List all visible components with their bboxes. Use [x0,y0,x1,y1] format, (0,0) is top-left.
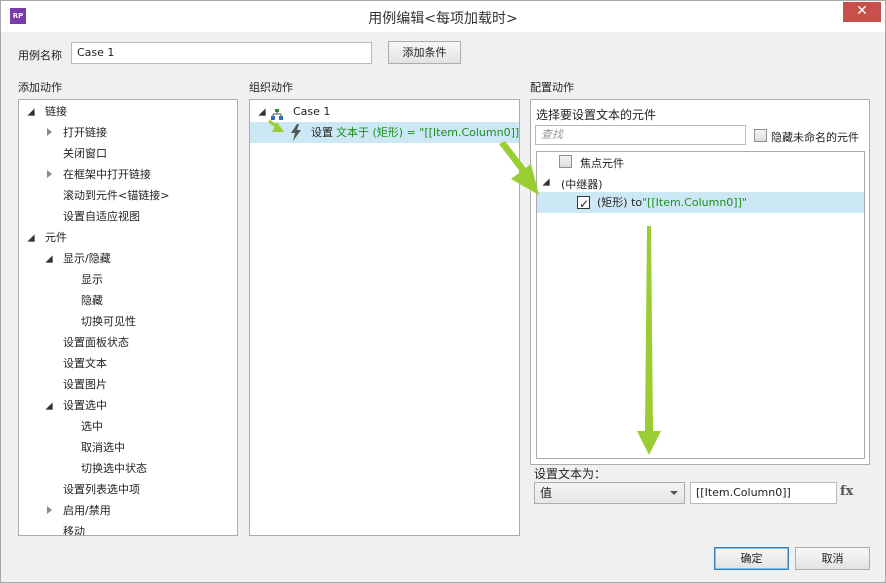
tree-item-label: 设置自适应视图 [63,210,140,223]
tree-item[interactable]: 选中 [19,416,220,437]
add-action-heading: 添加动作 [18,81,62,94]
tree-item-label: 启用/禁用 [63,504,111,517]
configure-action-heading: 配置动作 [530,81,574,94]
tree-item[interactable]: 设置自适应视图 [19,206,220,227]
tree-item[interactable]: 设置图片 [19,374,220,395]
tree-item[interactable]: 元件 [19,227,220,248]
value-type-value: 值 [540,486,553,500]
action-detail: 文本于 (矩形) = "[[Item.Column0]]" [336,126,520,139]
dialog-title: 用例编辑<每项加载时> [368,11,518,27]
tree-item-label: 显示/隐藏 [63,252,111,265]
tree-item-label: 设置文本 [63,357,107,370]
tree-item[interactable]: 切换可见性 [19,311,220,332]
fx-icon[interactable]: fx [840,484,853,499]
expand-icon[interactable] [27,108,35,116]
case-row[interactable]: Case 1 [250,101,519,122]
tree-item[interactable]: 取消选中 [19,437,220,458]
tree-item[interactable]: 滚动到元件<锚链接> [19,185,220,206]
collapse-icon[interactable] [47,128,52,136]
tree-item[interactable]: 打开链接 [19,122,220,143]
close-button[interactable]: ✕ [843,2,881,22]
tree-item-label: 设置列表选中项 [63,483,140,496]
cancel-button[interactable]: 取消 [795,547,870,570]
tree-item-label: 取消选中 [81,441,125,454]
tree-item[interactable]: 切换选中状态 [19,458,220,479]
rectangle-row[interactable]: (矩形) to "[[Item.Column0]]" [537,192,864,215]
tree-item-label: 隐藏 [81,294,103,307]
hide-unnamed-label: 隐藏未命名的元件 [771,131,859,144]
configure-action-panel: 选择要设置文本的元件 查找 隐藏未命名的元件 焦点元件 (中继器) (矩形) t… [530,99,870,465]
select-element-heading: 选择要设置文本的元件 [536,108,657,122]
action-row[interactable]: 设置 文本于 (矩形) = "[[Item.Column0]]" [250,122,519,143]
tree-item-label: 移动 [63,525,85,536]
organize-action-tree: Case 1 设置 文本于 (矩形) = "[[Item.Column0]]" [249,99,520,536]
focus-element-label: 焦点元件 [580,157,624,170]
tree-item[interactable]: 设置面板状态 [19,332,220,353]
search-input[interactable]: 查找 [535,125,746,145]
tree-item-label: 显示 [81,273,103,286]
tree-item-label: 切换选中状态 [81,462,147,475]
expand-icon[interactable] [27,234,35,242]
add-action-tree: 链接打开链接关闭窗口在框架中打开链接滚动到元件<锚链接> 设置自适应视图元件显示/… [18,99,238,536]
case-name-input[interactable]: Case 1 [71,42,372,64]
case-label: Case 1 [293,105,331,118]
rectangle-prefix: (矩形) to [597,196,643,209]
ok-button[interactable]: 确定 [714,547,789,570]
lightning-icon [290,124,302,148]
tree-item[interactable]: 设置列表选中项 [19,479,220,500]
repeater-label: (中继器) [561,178,603,191]
expand-icon[interactable] [258,108,266,116]
tree-item-label: 设置图片 [63,378,107,391]
expand-icon[interactable] [45,402,53,410]
collapse-icon[interactable] [47,506,52,514]
tree-item[interactable]: 关闭窗口 [19,143,220,164]
tree-item-label: 关闭窗口 [63,147,107,160]
tree-item[interactable]: 设置文本 [19,353,220,374]
chevron-down-icon [670,491,678,495]
tree-item-label: 元件 [45,231,67,244]
tree-item-label: 打开链接 [63,126,107,139]
dialog-window: RP 用例编辑<每项加载时> ✕ 用例名称 Case 1 添加条件 添加动作 组… [0,0,886,583]
tree-item-label: 切换可见性 [81,315,136,328]
tree-item[interactable]: 隐藏 [19,290,220,311]
tree-item-label: 设置选中 [63,399,107,412]
tree-item[interactable]: 显示 [19,269,220,290]
collapse-icon[interactable] [47,170,52,178]
tree-item-label: 在框架中打开链接 [63,168,151,181]
add-condition-button[interactable]: 添加条件 [388,41,461,64]
value-type-select[interactable]: 值 [534,482,685,504]
element-tree: 焦点元件 (中继器) (矩形) to "[[Item.Column0]]" [536,151,865,459]
case-name-label: 用例名称 [18,49,62,62]
tree-item-label: 设置面板状态 [63,336,129,349]
tree-item-label: 链接 [45,105,67,118]
tree-item[interactable]: 显示/隐藏 [19,248,220,269]
expand-icon[interactable] [542,178,550,186]
set-text-label: 设置文本为： [534,467,607,481]
focus-element-checkbox[interactable] [559,155,572,168]
hide-unnamed-checkbox[interactable] [754,129,767,142]
action-prefix: 设置 [311,126,333,139]
tree-item-label: 滚动到元件<锚链接> [63,189,170,202]
tree-item[interactable]: 设置选中 [19,395,220,416]
rectangle-checkbox[interactable] [577,194,590,215]
tree-item[interactable]: 启用/禁用 [19,500,220,521]
expand-icon[interactable] [45,255,53,263]
value-text-input[interactable]: [[Item.Column0]] [690,482,837,504]
tree-item-label: 选中 [81,420,103,433]
close-icon: ✕ [856,3,868,19]
tree-item[interactable]: 链接 [19,101,220,122]
tree-item[interactable]: 在框架中打开链接 [19,164,220,185]
rectangle-value: "[[Item.Column0]]" [642,196,747,209]
tree-item[interactable]: 移动 [19,521,220,536]
organize-action-heading: 组织动作 [249,81,293,94]
title-bar: RP 用例编辑<每项加载时> ✕ [1,1,885,32]
